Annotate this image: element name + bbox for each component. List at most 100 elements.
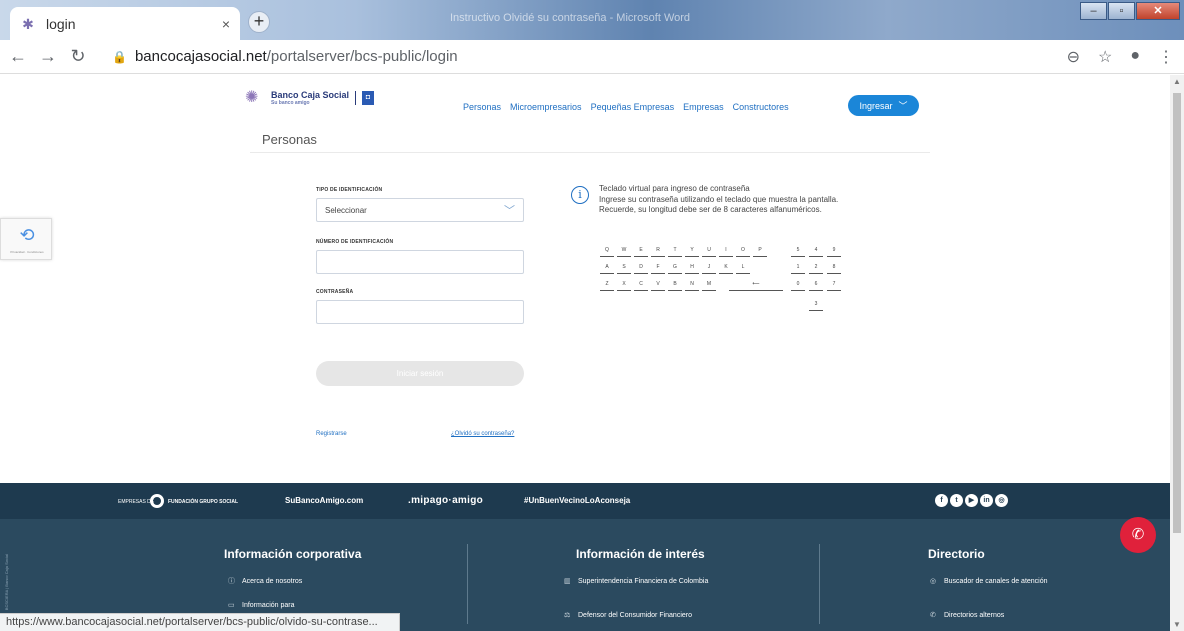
key-g[interactable]: G <box>668 260 682 274</box>
close-window-button[interactable]: ✕ <box>1136 2 1180 20</box>
key-t[interactable]: T <box>668 243 682 257</box>
contrasena-input[interactable] <box>316 300 524 324</box>
key-e[interactable]: E <box>634 243 648 257</box>
empresas-de-label: EMPRESAS DE <box>118 499 155 505</box>
scroll-down-icon[interactable]: ▼ <box>1173 620 1181 629</box>
key-s[interactable]: S <box>617 260 631 274</box>
key-8[interactable]: 8 <box>827 260 841 274</box>
nav-pequenas-empresas[interactable]: Pequeñas Empresas <box>591 102 675 112</box>
nav-microempresarios[interactable]: Microempresarios <box>510 102 582 112</box>
ingresar-label: Ingresar <box>859 100 893 111</box>
logo-name: Banco Caja Social <box>271 90 350 100</box>
hashtag-label: #UnBuenVecinoLoAconseja <box>524 496 631 505</box>
footer-separator <box>467 544 468 624</box>
subancoamigo-link[interactable]: SuBancoAmigo.com <box>285 496 363 505</box>
maximize-button[interactable]: ▫ <box>1108 2 1135 20</box>
fundacion-label[interactable]: FUNDACIÓN GRUPO SOCIAL <box>168 499 238 505</box>
zoom-icon[interactable]: ⊖ <box>1067 47 1080 67</box>
olvido-contrasena-link[interactable]: ¿Olvidó su contraseña? <box>451 431 514 437</box>
key-d[interactable]: D <box>634 260 648 274</box>
key-4[interactable]: 4 <box>809 243 823 257</box>
nav-personas[interactable]: Personas <box>463 102 501 112</box>
page-scrollbar[interactable]: ▲ ▼ <box>1170 75 1184 631</box>
nav-constructores[interactable]: Constructores <box>733 102 789 112</box>
divider <box>250 152 930 153</box>
address-bar[interactable]: bancocajasocial.net/portalserver/bcs-pub… <box>135 48 458 65</box>
key-h[interactable]: H <box>685 260 699 274</box>
recaptcha-badge[interactable]: ⟲ Privacidad · Condiciones <box>0 218 52 260</box>
new-tab-button[interactable]: + <box>248 11 270 33</box>
keyboard-info-line1: Ingrese su contraseña utilizando el tecl… <box>599 194 839 204</box>
lock-icon[interactable]: 🔒 <box>112 50 127 64</box>
footer-link-directorios[interactable]: ✆ Directorios alternos <box>930 611 1004 620</box>
key-w[interactable]: W <box>617 243 631 257</box>
key-l[interactable]: L <box>736 260 750 274</box>
footer-link-acerca[interactable]: ⓘ Acerca de nosotros <box>228 577 302 586</box>
key-q[interactable]: Q <box>600 243 614 257</box>
ingresar-button[interactable]: Ingresar ﹀ <box>848 95 919 116</box>
tipo-identificacion-select[interactable]: Seleccionar ﹀ <box>316 198 524 222</box>
key-3[interactable]: 3 <box>809 297 823 311</box>
footer-link-superintendencia[interactable]: ▥ Superintendencia Financiera de Colombia <box>564 577 734 586</box>
key-k[interactable]: K <box>719 260 733 274</box>
key-r[interactable]: R <box>651 243 665 257</box>
profile-icon[interactable]: ● <box>1130 47 1140 67</box>
recaptcha-icon: ⟲ <box>19 225 35 245</box>
close-tab-icon[interactable]: × <box>222 16 230 32</box>
key-9[interactable]: 9 <box>827 243 841 257</box>
nav-empresas[interactable]: Empresas <box>683 102 724 112</box>
key-x[interactable]: X <box>617 277 631 291</box>
browser-tab[interactable]: ✱ login × <box>10 7 240 40</box>
key-6[interactable]: 6 <box>809 277 823 291</box>
phone-icon: ✆ <box>1131 526 1145 543</box>
building-icon: ▥ <box>564 578 571 585</box>
key-o[interactable]: O <box>736 243 750 257</box>
key-j[interactable]: J <box>702 260 716 274</box>
footer-col-interes-title: Información de interés <box>576 547 705 561</box>
scroll-up-icon[interactable]: ▲ <box>1173 77 1181 86</box>
key-i[interactable]: I <box>719 243 733 257</box>
reload-icon[interactable]: ↻ <box>66 46 90 67</box>
key-p[interactable]: P <box>753 243 767 257</box>
menu-icon[interactable]: ⋮ <box>1158 47 1174 67</box>
chevron-down-icon: ﹀ <box>504 205 515 217</box>
scrollbar-thumb[interactable] <box>1173 93 1181 533</box>
key-c[interactable]: C <box>634 277 648 291</box>
key-5[interactable]: 5 <box>791 243 805 257</box>
key-7[interactable]: 7 <box>827 277 841 291</box>
numero-identificacion-input[interactable] <box>316 250 524 274</box>
bookmark-star-icon[interactable]: ☆ <box>1098 47 1112 67</box>
backspace-key[interactable]: ⟵ <box>729 277 783 291</box>
key-0[interactable]: 0 <box>791 277 805 291</box>
key-1[interactable]: 1 <box>791 260 805 274</box>
book-icon: ▭ <box>228 602 235 609</box>
iniciar-sesion-button[interactable]: Iniciar sesión <box>316 361 524 386</box>
key-a[interactable]: A <box>600 260 614 274</box>
key-f[interactable]: F <box>651 260 665 274</box>
key-u[interactable]: U <box>702 243 716 257</box>
key-v[interactable]: V <box>651 277 665 291</box>
footer-link-informacion[interactable]: ▭ Información para <box>228 601 295 610</box>
status-bar-url: https://www.bancocajasocial.net/portalse… <box>0 613 400 631</box>
facebook-icon[interactable]: f <box>935 494 948 507</box>
key-2[interactable]: 2 <box>809 260 823 274</box>
key-z[interactable]: Z <box>600 277 614 291</box>
youtube-icon[interactable]: ▶ <box>965 494 978 507</box>
bank-logo[interactable]: ✺ Banco Caja Social Su banco amigo ◘ <box>245 89 375 107</box>
forward-icon[interactable]: → <box>36 46 60 67</box>
twitter-icon[interactable]: t <box>950 494 963 507</box>
back-icon[interactable]: ← <box>6 46 30 67</box>
minimize-button[interactable]: – <box>1080 2 1107 20</box>
footer-link-defensor[interactable]: ⚖ Defensor del Consumidor Financiero <box>564 611 734 620</box>
registrarse-link[interactable]: Registrarse <box>316 431 347 437</box>
mipagoamigo-link[interactable]: .mipago·amigo <box>408 495 483 506</box>
call-button[interactable]: ✆ <box>1120 517 1156 553</box>
key-n[interactable]: N <box>685 277 699 291</box>
linkedin-icon[interactable]: in <box>980 494 993 507</box>
footer-link-buscador[interactable]: ◎ Buscador de canales de atención <box>930 577 1050 586</box>
recaptcha-text: Privacidad · Condiciones <box>10 250 44 254</box>
key-m[interactable]: M <box>702 277 716 291</box>
key-y[interactable]: Y <box>685 243 699 257</box>
key-b[interactable]: B <box>668 277 682 291</box>
instagram-icon[interactable]: ◎ <box>995 494 1008 507</box>
